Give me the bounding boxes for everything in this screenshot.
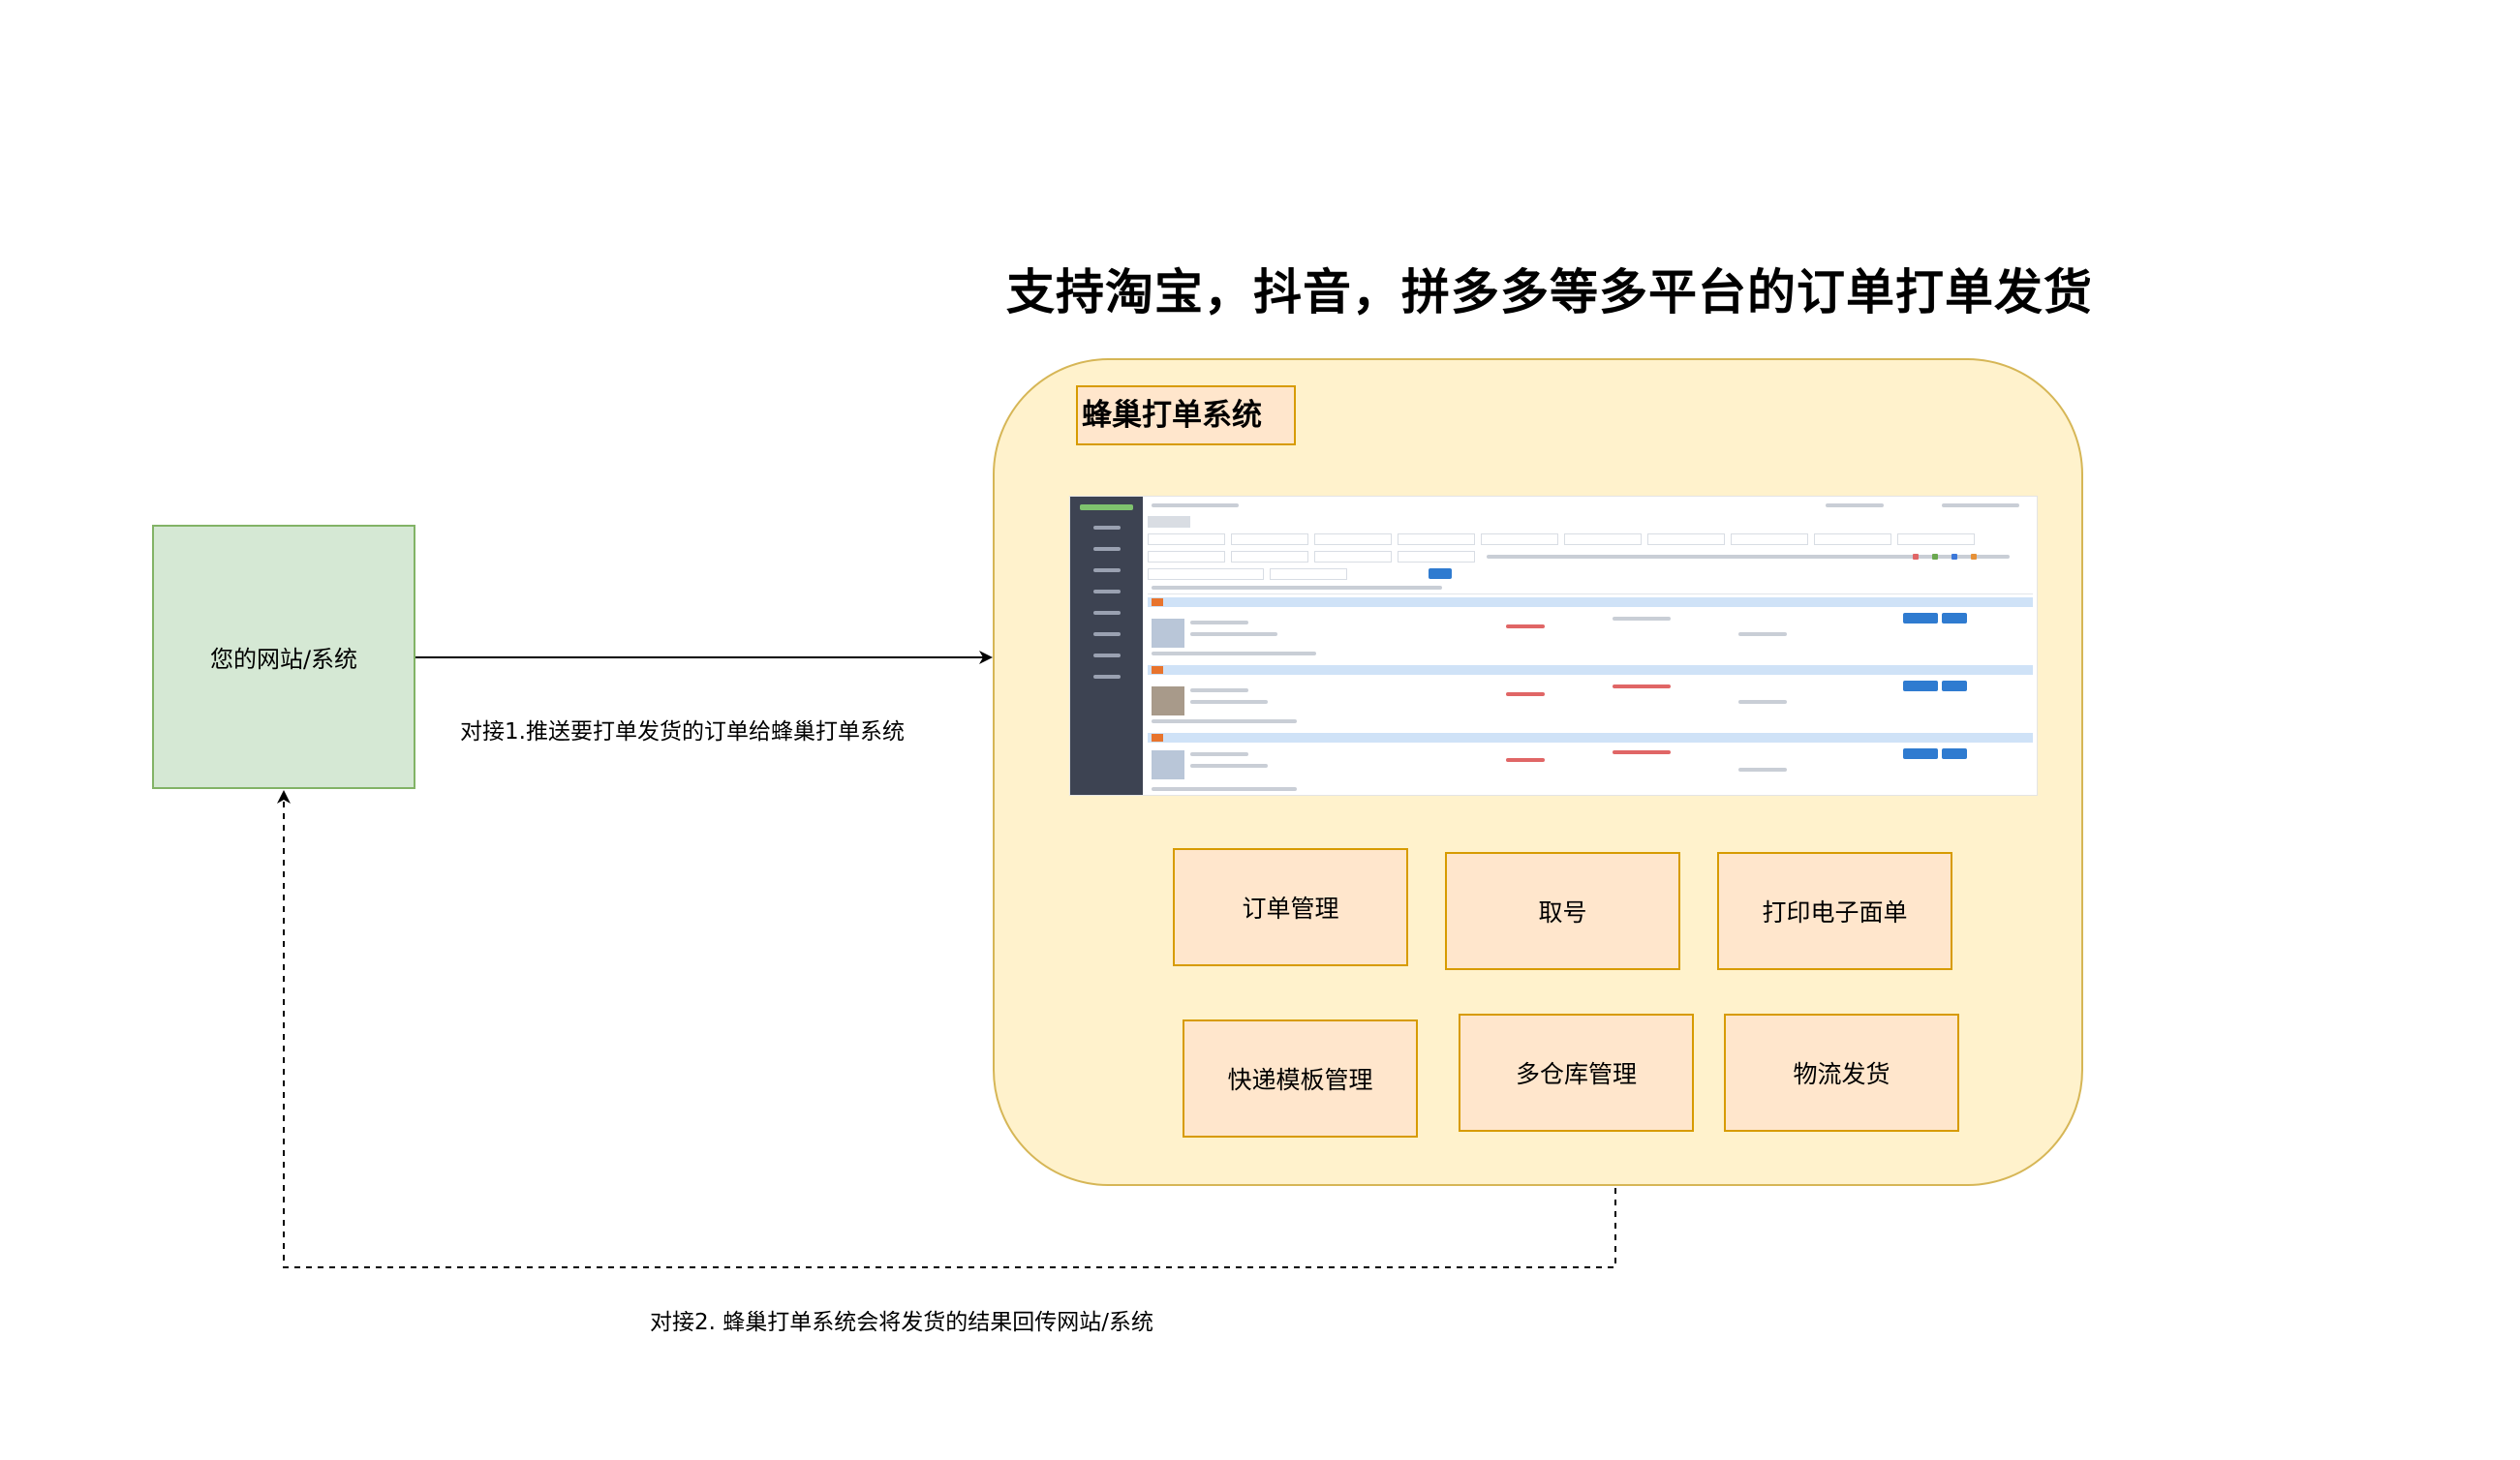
callback-label: 对接2. 蜂巢打单系统会将发货的结果回传网站/系统 <box>650 1310 1154 1335</box>
edges-layer <box>277 651 1616 1268</box>
push-orders-label: 对接1.推送要打单发货的订单给蜂巢打单系统 <box>460 719 905 745</box>
callback-dashed-arrow <box>277 790 1616 1268</box>
